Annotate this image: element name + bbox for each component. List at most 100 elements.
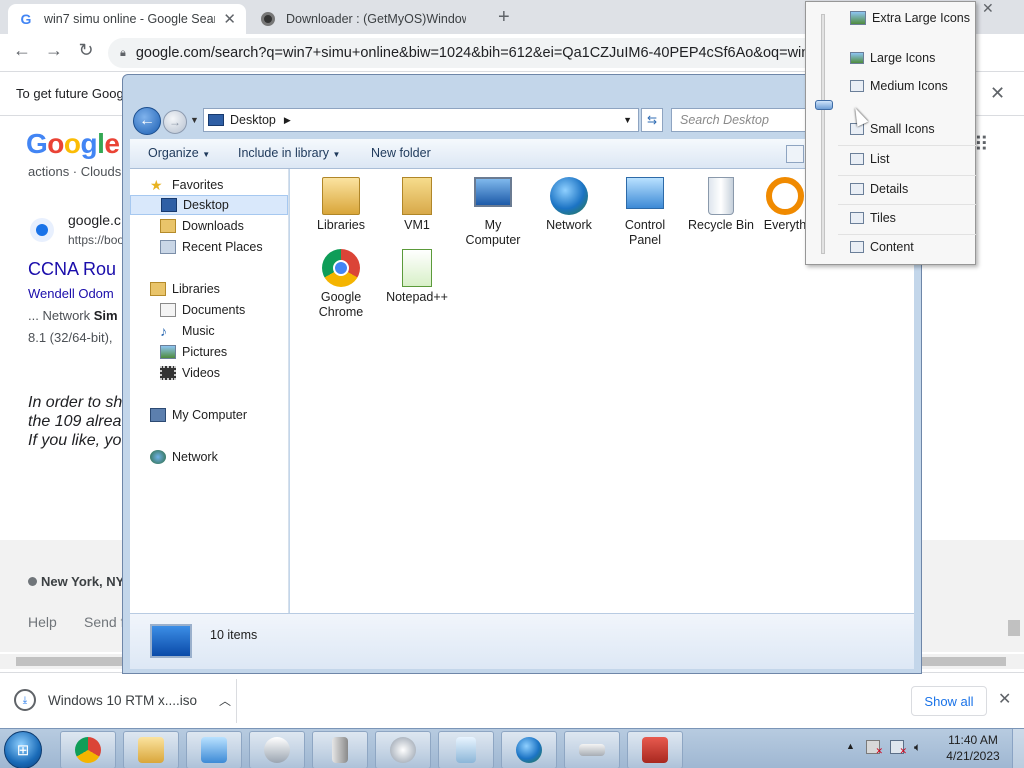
breadcrumb-arrow-icon[interactable]: ▶	[284, 115, 291, 126]
view-list[interactable]: List	[850, 152, 889, 166]
show-desktop-button[interactable]	[1012, 729, 1024, 768]
footer-help-link[interactable]: Help	[28, 614, 57, 630]
nav-videos[interactable]: Videos	[130, 363, 288, 383]
taskbar-explorer[interactable]	[123, 731, 179, 768]
reload-icon[interactable]: ↻	[74, 40, 98, 61]
vertical-scrollbar-thumb[interactable]	[1008, 620, 1020, 636]
start-button[interactable]: ⊞	[4, 731, 42, 768]
nav-label: Videos	[182, 366, 220, 380]
forward-arrow-icon[interactable]: →	[42, 40, 66, 61]
desktop-item-google-chrome[interactable]: Google Chrome	[307, 249, 375, 325]
back-arrow-icon[interactable]: ←	[133, 107, 161, 135]
clock-time[interactable]: 11:40 AM	[940, 733, 1006, 747]
item-label: Everyth	[763, 218, 807, 232]
browser-close-icon[interactable]: ✕	[982, 0, 994, 17]
menu-item-label: Medium Icons	[870, 79, 948, 93]
recent-pages-chevron-icon[interactable]: ▼	[190, 115, 199, 125]
view-options-icon[interactable]	[786, 145, 804, 163]
desktop-item-recycle-bin[interactable]: Recycle Bin	[687, 177, 755, 253]
result-url[interactable]: https://boo	[68, 233, 124, 247]
nav-music[interactable]: ♪ Music	[130, 321, 288, 341]
command-bar: Organize ▼ Include in library ▼ New fold…	[130, 139, 914, 169]
desktop-item-notepad-plus-plus[interactable]: Notepad++	[383, 249, 451, 325]
desktop-item-everything[interactable]: Everyth	[763, 177, 807, 253]
clock-date[interactable]: 4/21/2023	[940, 749, 1006, 763]
address-field[interactable]: Desktop ▶ ▼	[203, 108, 639, 132]
item-label: Chrome	[318, 305, 364, 319]
result-title-link[interactable]: CCNA Rou	[28, 259, 116, 280]
pictures-icon	[160, 345, 176, 359]
network-tray-icon[interactable]: ✕	[890, 740, 907, 756]
address-bar[interactable]: 🔒︎ google.com/search?q=win7+simu+online&…	[108, 38, 828, 68]
tab-google-search[interactable]: G win7 simu online - Google Search ✕	[8, 4, 246, 34]
taskbar-control-panel[interactable]	[186, 731, 242, 768]
url-text: google.com/search?q=win7+simu+online&biw…	[135, 45, 822, 61]
refresh-icon[interactable]: ⇆	[641, 108, 663, 132]
view-extra-large-icons[interactable]: Extra Large Icons	[850, 11, 970, 25]
nav-documents[interactable]: Documents	[130, 300, 288, 320]
downloads-folder-icon	[160, 219, 176, 233]
nav-label: Favorites	[172, 178, 224, 192]
close-icon[interactable]: ✕	[990, 83, 1005, 104]
nav-downloads[interactable]: Downloads	[130, 216, 288, 236]
disc-favicon-icon	[260, 11, 276, 27]
info-bar-text: To get future Google	[16, 86, 134, 101]
back-arrow-icon[interactable]: ←	[10, 40, 34, 61]
view-slider-track[interactable]	[821, 14, 825, 254]
taskbar-keyboard[interactable]	[564, 731, 620, 768]
show-hidden-icons-chevron-icon[interactable]: ▲	[846, 741, 855, 751]
google-logo[interactable]: Google	[26, 128, 120, 160]
show-all-button[interactable]: Show all	[911, 686, 987, 716]
forward-arrow-icon[interactable]: →	[163, 110, 187, 134]
nav-desktop[interactable]: Desktop	[130, 195, 288, 215]
new-tab-icon[interactable]: +	[498, 6, 510, 29]
result-author-link[interactable]: Wendell Odom	[28, 286, 114, 301]
taskbar-toolbox[interactable]	[627, 731, 683, 768]
view-content[interactable]: Content	[850, 240, 914, 254]
taskbar-sound[interactable]	[375, 731, 431, 768]
footer-send-feedback-link[interactable]: Send f	[84, 614, 124, 630]
nav-my-computer[interactable]: My Computer	[130, 405, 288, 425]
volume-muted-icon[interactable]: 🔈︎	[914, 740, 928, 754]
desktop-item-libraries[interactable]: Libraries	[307, 177, 375, 253]
include-in-library-button[interactable]: Include in library ▼	[238, 146, 340, 160]
nav-recent-places[interactable]: Recent Places	[130, 237, 288, 257]
explorer-window: ← → ▼ Desktop ▶ ▼ ⇆ Search Desktop Organ…	[122, 74, 922, 674]
tab-downloader[interactable]: Downloader : (GetMyOS)Windows	[250, 4, 476, 34]
view-large-icons[interactable]: Large Icons	[850, 51, 935, 65]
notepad-plus-plus-icon	[402, 249, 432, 287]
close-tab-icon[interactable]: ✕	[223, 10, 236, 28]
desktop-item-network[interactable]: Network	[535, 177, 603, 253]
close-download-bar-icon[interactable]: ✕	[998, 689, 1011, 709]
address-dropdown-icon[interactable]: ▼	[623, 115, 632, 125]
view-medium-icons[interactable]: Medium Icons	[850, 79, 948, 93]
taskbar-chrome[interactable]	[60, 731, 116, 768]
globe-network-icon	[550, 177, 588, 215]
nav-pictures[interactable]: Pictures	[130, 342, 288, 362]
result-snippet-line2: 8.1 (32/64-bit),	[28, 330, 113, 345]
mouse-icon	[264, 737, 290, 763]
apps-grid-icon[interactable]: ⠿	[974, 132, 989, 157]
organize-button[interactable]: Organize ▼	[148, 146, 210, 160]
view-details[interactable]: Details	[850, 182, 908, 196]
result-snippet-line1: ... Network Sim	[28, 308, 118, 323]
download-item[interactable]: ⤓ Windows 10 RTM x....iso ︿	[14, 689, 231, 711]
taskbar-notepad[interactable]	[438, 731, 494, 768]
nav-libraries[interactable]: Libraries	[130, 279, 288, 299]
result-site[interactable]: google.c	[68, 212, 121, 228]
download-progress-icon: ⤓	[14, 689, 36, 711]
view-slider-thumb[interactable]	[815, 100, 833, 110]
desktop-item-vm1[interactable]: VM1	[383, 177, 451, 253]
nav-favorites[interactable]: ★ Favorites	[130, 175, 288, 195]
desktop-item-control-panel[interactable]: Control Panel	[611, 177, 679, 253]
view-tiles[interactable]: Tiles	[850, 211, 896, 225]
music-note-icon: ♪	[160, 323, 167, 339]
action-center-flag-icon[interactable]: ✕	[866, 740, 883, 756]
new-folder-button[interactable]: New folder	[371, 146, 431, 160]
taskbar-mouse-settings[interactable]	[249, 731, 305, 768]
taskbar-system[interactable]	[312, 731, 368, 768]
chevron-up-icon[interactable]: ︿	[219, 692, 231, 709]
nav-network[interactable]: Network	[130, 447, 288, 467]
taskbar-network-tasks[interactable]	[501, 731, 557, 768]
desktop-item-my-computer[interactable]: My Computer	[459, 177, 527, 253]
